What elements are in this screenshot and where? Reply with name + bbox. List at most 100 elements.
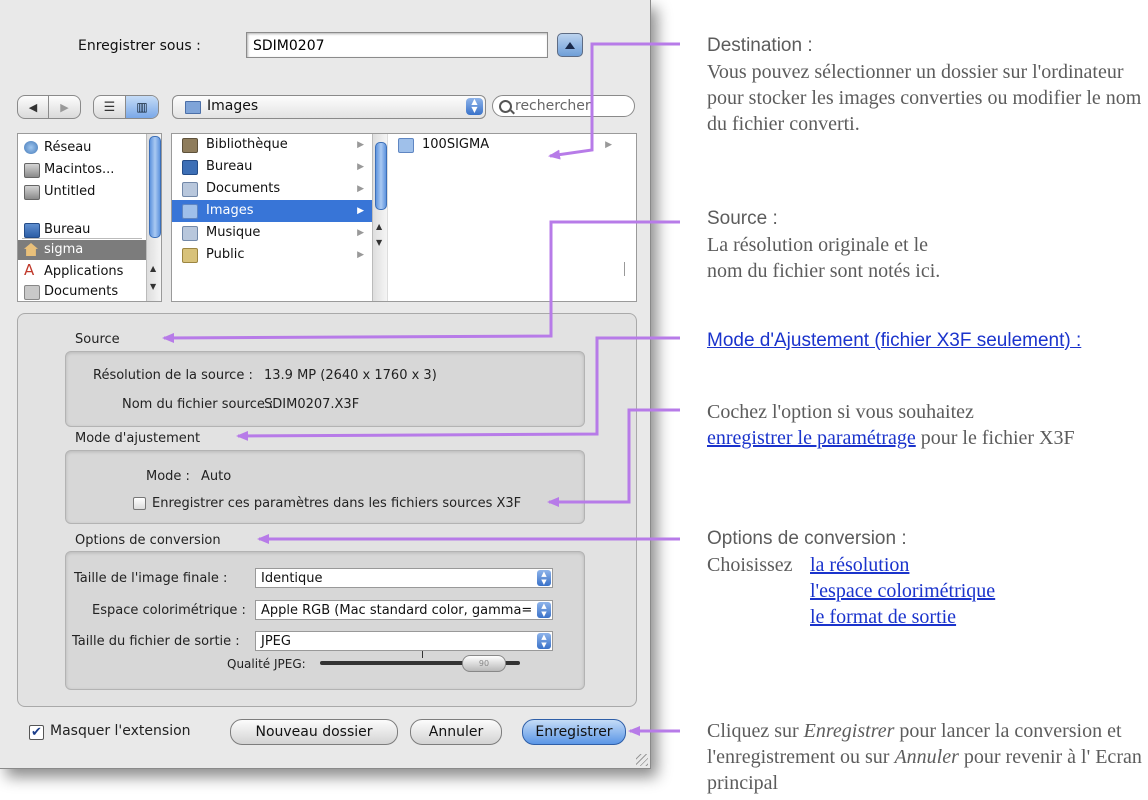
save-settings-link[interactable]: enregistrer le paramétrage — [707, 427, 916, 449]
sidebar-item-reseau[interactable]: Réseau — [18, 138, 146, 158]
sidebar-item-sigma[interactable]: sigma — [18, 240, 146, 260]
note-source-body: La résolution originale et le nom du fic… — [707, 234, 941, 282]
save-button[interactable]: Enregistrer — [522, 719, 626, 745]
note-mode-text: Cochez l'option si vous souhaitez — [707, 401, 974, 423]
scroll-up-arrow-icon[interactable]: ▲ — [376, 222, 382, 231]
note-mode-body: Cochez l'option si vous souhaitez enregi… — [707, 399, 1147, 451]
sidebar-item-bureau[interactable]: Bureau — [18, 220, 146, 240]
sidebar-item-label: Documents — [44, 284, 119, 299]
public-folder-icon — [182, 248, 198, 263]
sidebar-item-label: Réseau — [44, 140, 92, 155]
sidebar-item-applications[interactable]: A Applications — [18, 262, 146, 282]
chevron-right-icon: ▶ — [357, 206, 364, 216]
hard-disk-icon — [24, 163, 40, 178]
column-view-icon[interactable]: ▥ — [126, 96, 158, 118]
back-arrow-icon[interactable]: ◀ — [18, 96, 48, 118]
file-type-label: Taille du fichier de sortie : — [72, 634, 240, 649]
chevron-right-icon: ▶ — [357, 162, 364, 172]
note-source: Source : La résolution originale et le n… — [707, 206, 1147, 284]
new-folder-button[interactable]: Nouveau dossier — [230, 719, 398, 745]
folder-icon — [185, 101, 201, 114]
column-item-musique[interactable]: Musique ▶ — [172, 222, 372, 244]
colorspace-link[interactable]: l'espace colorimétrique — [810, 578, 995, 604]
sidebar-item-untitled[interactable]: Untitled — [18, 182, 146, 202]
filename-input[interactable]: SDIM0207 — [246, 32, 548, 58]
save-as-label: Enregistrer sous : — [78, 38, 201, 54]
save-settings-checkbox[interactable] — [133, 497, 146, 510]
slider-tick — [422, 651, 423, 658]
forward-arrow-icon[interactable]: ▶ — [49, 96, 80, 118]
column-item-bibliotheque[interactable]: Bibliothèque ▶ — [172, 134, 372, 156]
folder-icon — [398, 138, 414, 153]
view-mode-buttons: ☰ ▥ — [93, 95, 159, 119]
column-item-images[interactable]: Images ▶ — [172, 200, 372, 222]
search-icon — [499, 100, 512, 113]
search-field[interactable]: rechercher — [492, 95, 635, 117]
library-folder-icon — [182, 138, 198, 153]
globe-icon — [24, 141, 38, 154]
adjust-box — [65, 450, 585, 524]
desktop-folder-icon — [182, 160, 198, 175]
resolution-link[interactable]: la résolution — [810, 552, 909, 578]
note-destination-heading: Destination : — [707, 35, 813, 56]
adjust-mode-label: Mode : — [146, 469, 190, 484]
chevron-right-icon: ▶ — [357, 228, 364, 238]
list-view-icon[interactable]: ☰ — [94, 96, 125, 118]
column-item-100sigma[interactable]: 100SIGMA ▶ — [388, 134, 620, 156]
cancel-button[interactable]: Annuler — [410, 719, 502, 745]
popup-arrows-icon: ▲ ▼ — [537, 570, 551, 586]
search-placeholder: rechercher — [515, 98, 591, 114]
resize-grip-icon[interactable] — [636, 754, 648, 766]
home-icon — [24, 243, 38, 256]
collapse-button[interactable] — [557, 33, 583, 57]
output-format-link[interactable]: le format de sortie — [810, 604, 956, 630]
sidebar-item-label: Macintos... — [44, 162, 115, 177]
hide-extension-checkbox[interactable]: ✔ — [29, 725, 44, 740]
column-item-label: 100SIGMA — [422, 137, 490, 152]
scroll-up-arrow-icon[interactable]: ▲ — [150, 264, 156, 273]
location-popup[interactable]: Images ▲ ▼ — [172, 95, 486, 119]
column-1-scrollbar[interactable]: ▲ ▼ — [372, 134, 387, 301]
note-source-heading: Source : — [707, 208, 778, 229]
column-resize-handle[interactable] — [624, 262, 625, 276]
column-item-documents[interactable]: Documents ▶ — [172, 178, 372, 200]
documents-folder-icon — [24, 285, 40, 300]
sidebar-item-label: sigma — [44, 242, 84, 257]
scroll-thumb[interactable] — [149, 136, 161, 238]
column-item-public[interactable]: Public ▶ — [172, 244, 372, 266]
chevron-right-icon: ▶ — [357, 250, 364, 260]
sidebar-item-macintosh[interactable]: Macintos... — [18, 160, 146, 180]
chevron-right-icon: ▶ — [357, 140, 364, 150]
colorspace-select[interactable]: Apple RGB (Mac standard color, gamma= ▲ ▼ — [255, 600, 553, 620]
sidebar-item-documents[interactable]: Documents — [18, 282, 146, 301]
note-options-body: Choisissez la résolution l'espace colori… — [707, 552, 1147, 630]
save-settings-label: Enregistrer ces paramètres dans les fich… — [152, 496, 522, 511]
column-item-bureau[interactable]: Bureau ▶ — [172, 156, 372, 178]
popup-arrows-icon: ▲ ▼ — [537, 602, 551, 618]
column-1: Bibliothèque ▶ Bureau ▶ Documents ▶ Images ▶… — [172, 134, 388, 301]
source-filename-value: SDIM0207.X3F — [264, 397, 360, 412]
sidebar-item-label: Untitled — [44, 184, 96, 199]
music-folder-icon — [182, 226, 198, 241]
image-size-select[interactable]: Identique ▲ ▼ — [255, 568, 553, 588]
file-type-select[interactable]: JPEG ▲ ▼ — [255, 631, 553, 651]
save-dialog: Enregistrer sous : SDIM0207 ◀ ▶ ☰ ▥ Imag… — [0, 0, 651, 769]
scroll-down-arrow-icon[interactable]: ▼ — [150, 282, 156, 291]
file-type-value: JPEG — [261, 634, 291, 649]
adjust-section-title: Mode d'ajustement — [75, 431, 201, 446]
scroll-down-arrow-icon[interactable]: ▼ — [376, 238, 382, 247]
adjust-mode-value: Auto — [201, 469, 232, 484]
column-2: 100SIGMA ▶ — [388, 134, 628, 301]
note-save-italic-cancel: Annuler — [894, 746, 959, 768]
jpeg-quality-slider-knob[interactable]: 90 — [462, 655, 506, 672]
sidebar-scrollbar[interactable]: ▲ ▼ — [146, 134, 161, 301]
image-size-value: Identique — [261, 571, 323, 586]
source-filename-label: Nom du fichier source : — [122, 397, 274, 412]
back-forward-buttons: ◀ ▶ — [17, 95, 81, 119]
scroll-thumb[interactable] — [375, 142, 387, 210]
triangle-up-icon — [565, 41, 575, 49]
note-mode-heading-link[interactable]: Mode d'Ajustement (fichier X3F seulement… — [707, 328, 1097, 354]
applications-icon: A — [24, 262, 35, 279]
hide-extension-label: Masquer l'extension — [50, 723, 191, 739]
note-options: Options de conversion : Choisissez la ré… — [707, 526, 1147, 630]
